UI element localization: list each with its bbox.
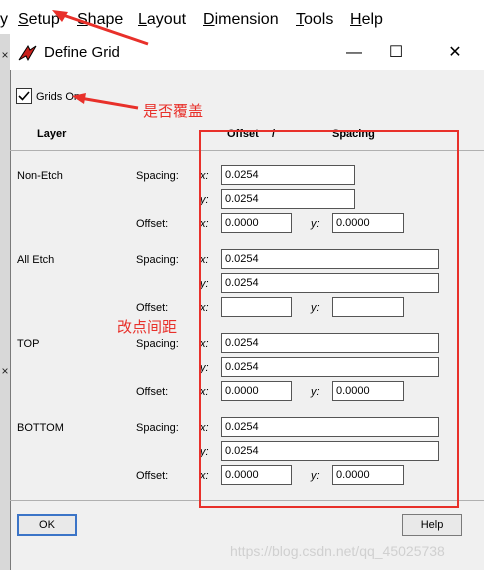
arrow-to-setup-menu [59,12,149,46]
arrowhead-setup [52,10,68,22]
annotation-spacing-note: 改点间距 [117,319,178,336]
annotation-grids-on-note: 是否覆盖 [143,103,204,120]
arrowhead-grids-on [72,93,86,104]
watermark-text: https://blog.csdn.net/qq_45025738 [230,543,445,559]
arrow-to-grids-on [79,96,139,110]
annotation-arrows [52,10,149,110]
